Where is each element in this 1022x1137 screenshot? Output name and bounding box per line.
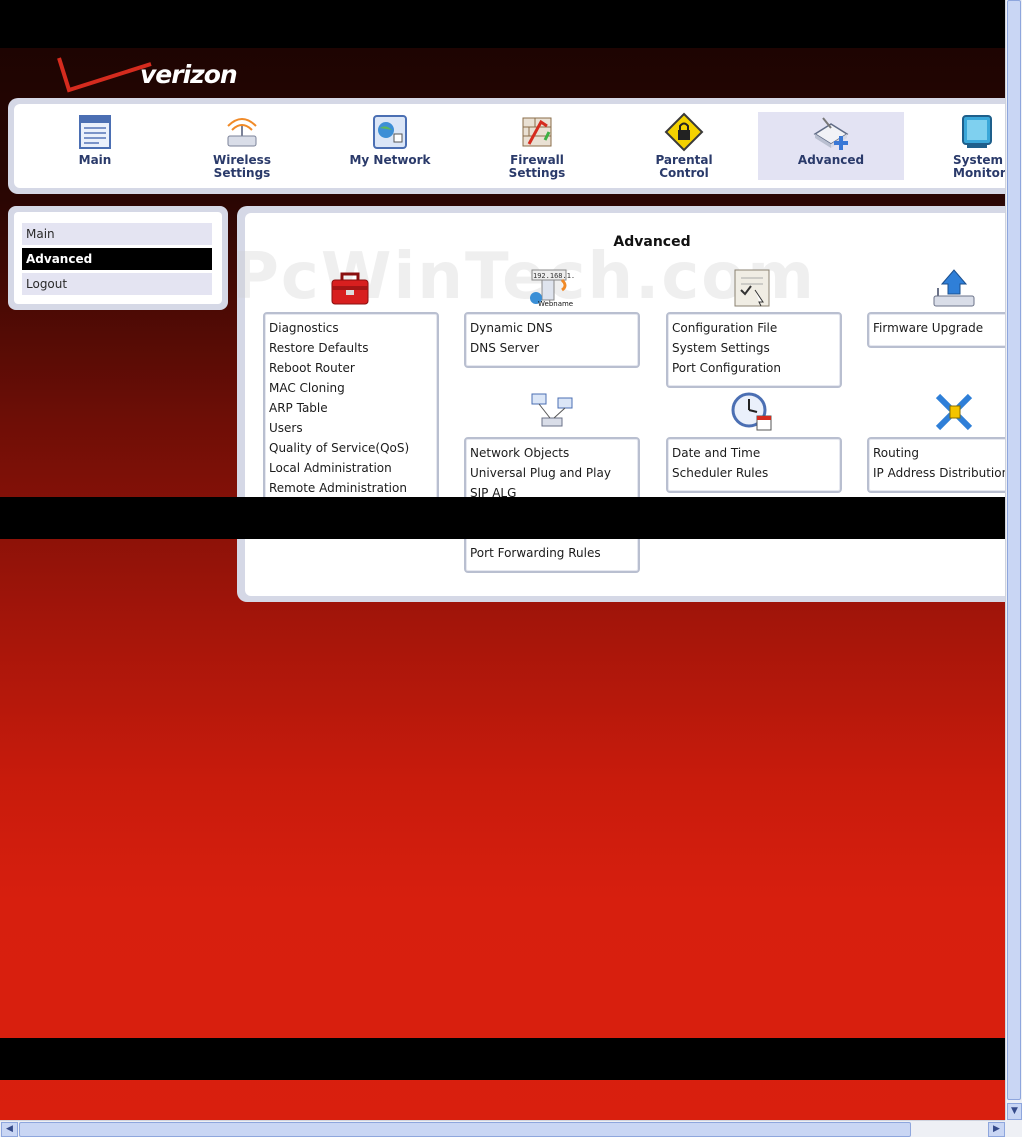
network-objects-icon — [528, 390, 576, 434]
sidebar-item-logout[interactable]: Logout — [22, 273, 212, 295]
nav-item-my-network[interactable]: My Network — [317, 112, 463, 180]
nav-label: System Monitoring — [953, 153, 1005, 180]
nav-item-firewall-settings[interactable]: Firewall Settings — [464, 112, 610, 180]
dns-icon-webname: Webname — [538, 300, 573, 308]
scrollbar-corner — [1005, 1120, 1022, 1137]
advanced-icon — [811, 112, 851, 152]
black-bar — [0, 497, 1022, 539]
nav-label: My Network — [349, 153, 431, 167]
lock-icon — [664, 112, 704, 152]
nav-label: Firewall Settings — [508, 153, 566, 180]
link-remote-administration[interactable]: Remote Administration — [269, 481, 407, 495]
nav-label: Advanced — [797, 153, 865, 167]
link-ip-address-distribution[interactable]: IP Address Distribution — [873, 466, 1009, 480]
toolbox-icon — [326, 266, 374, 310]
link-network-objects[interactable]: Network Objects — [470, 446, 569, 460]
link-port-configuration[interactable]: Port Configuration — [672, 361, 781, 375]
link-date-and-time[interactable]: Date and Time — [672, 446, 760, 460]
link-dynamic-dns[interactable]: Dynamic DNS — [470, 321, 553, 335]
nav-item-wireless-settings[interactable]: Wireless Settings — [169, 112, 315, 180]
firmware-icon — [930, 266, 978, 310]
link-dns-server[interactable]: DNS Server — [470, 341, 539, 355]
link-routing[interactable]: Routing — [873, 446, 919, 460]
nav-item-advanced[interactable]: Advanced — [758, 112, 904, 180]
wireless-icon — [222, 112, 262, 152]
link-universal-plug-and-play[interactable]: Universal Plug and Play — [470, 466, 611, 480]
link-configuration-file[interactable]: Configuration File — [672, 321, 777, 335]
scroll-left-arrow-icon[interactable]: ◀ — [1, 1122, 18, 1137]
monitor-icon — [957, 112, 997, 152]
nav-item-parental-control[interactable]: Parental Control — [611, 112, 757, 180]
verizon-logo[interactable]: verizon — [140, 60, 238, 89]
link-port-forwarding-rules[interactable]: Port Forwarding Rules — [470, 546, 601, 560]
link-diagnostics[interactable]: Diagnostics — [269, 321, 339, 335]
config-icon — [729, 266, 777, 310]
top-black-bar — [0, 0, 1005, 48]
nav-label: Parental Control — [655, 153, 713, 180]
sidebar-item-main[interactable]: Main — [22, 223, 212, 245]
nav-label: Wireless Settings — [213, 153, 271, 180]
nav-item-main[interactable]: Main — [22, 112, 168, 180]
vertical-scrollbar[interactable]: ▼ — [1005, 0, 1022, 1120]
black-bar — [0, 1038, 1022, 1080]
network-icon — [370, 112, 410, 152]
dns-icon-ip: 192.168.1.1 — [533, 272, 576, 280]
horizontal-scrollbar[interactable]: ◀ ▶ — [0, 1120, 1022, 1137]
link-local-administration[interactable]: Local Administration — [269, 461, 392, 475]
clock-icon — [729, 390, 777, 434]
nav-item-system-monitoring[interactable]: System Monitoring — [905, 112, 1005, 180]
link-qos[interactable]: Quality of Service(QoS) — [269, 441, 409, 455]
main-icon — [75, 112, 115, 152]
firewall-icon — [517, 112, 557, 152]
scroll-right-arrow-icon[interactable]: ▶ — [988, 1122, 1005, 1137]
sidebar-item-advanced[interactable]: Advanced — [22, 248, 212, 270]
horizontal-scroll-thumb[interactable] — [19, 1122, 911, 1137]
scroll-down-arrow-icon[interactable]: ▼ — [1007, 1103, 1022, 1120]
link-users[interactable]: Users — [269, 421, 303, 435]
link-reboot-router[interactable]: Reboot Router — [269, 361, 355, 375]
nav-label: Main — [78, 153, 112, 167]
vertical-scroll-thumb[interactable] — [1007, 0, 1021, 1100]
link-arp-table[interactable]: ARP Table — [269, 401, 328, 415]
link-scheduler-rules[interactable]: Scheduler Rules — [672, 466, 768, 480]
routing-icon — [930, 390, 978, 434]
link-firmware-upgrade[interactable]: Firmware Upgrade — [873, 321, 983, 335]
link-mac-cloning[interactable]: MAC Cloning — [269, 381, 345, 395]
link-system-settings[interactable]: System Settings — [672, 341, 770, 355]
dns-icon: 192.168.1.1 Webname — [528, 266, 579, 310]
link-restore-defaults[interactable]: Restore Defaults — [269, 341, 368, 355]
